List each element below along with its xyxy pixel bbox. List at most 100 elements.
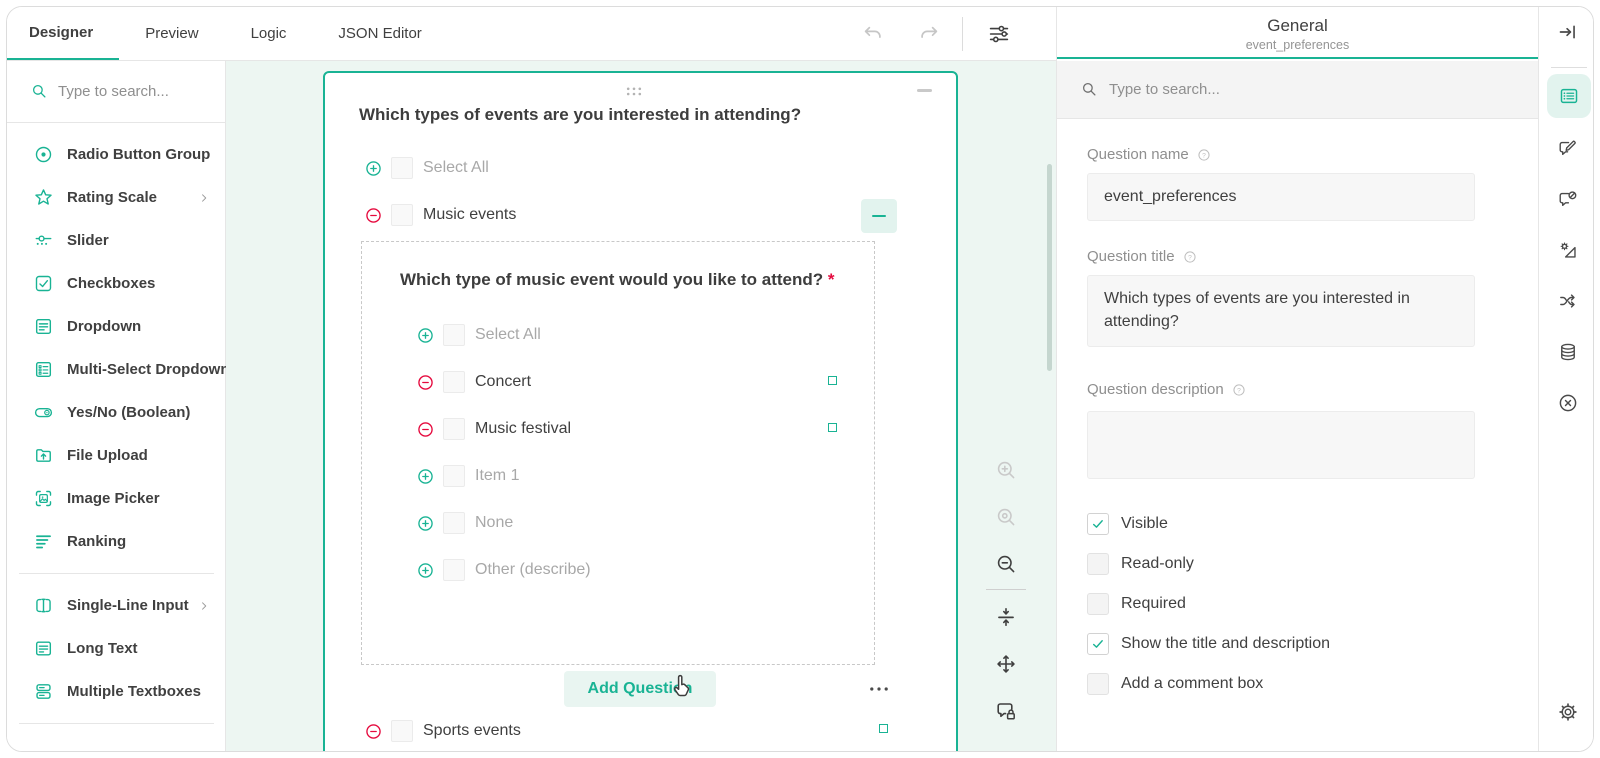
choice-row: Other (describe)	[416, 557, 591, 583]
choice-label[interactable]: Music festival	[475, 420, 571, 438]
toolbox-item-slider[interactable]: Slider	[7, 219, 225, 262]
toggle-show-title-description[interactable]: Show the title and description	[1087, 631, 1330, 657]
collapse-question-icon[interactable]	[917, 89, 932, 92]
drag-square-handle[interactable]	[879, 724, 888, 733]
tab-logic[interactable]: Logic	[225, 7, 313, 60]
choice-checkbox[interactable]	[443, 418, 465, 440]
add-item-icon[interactable]	[364, 159, 383, 178]
toggle-read-only[interactable]: Read-only	[1087, 551, 1194, 577]
question-title[interactable]: Which types of events are you interested…	[359, 105, 916, 125]
zoom-in-icon[interactable]	[994, 458, 1018, 482]
toggle-add-comment-box[interactable]: Add a comment box	[1087, 671, 1263, 697]
toolbox-item-rating-scale[interactable]: Rating Scale	[7, 176, 225, 219]
toolbox-search-input[interactable]	[58, 83, 198, 100]
toolbox-item-single-line-input[interactable]: Single-Line Input	[7, 584, 225, 627]
comment-edit-icon[interactable]	[1557, 137, 1579, 159]
zoom-reset-icon[interactable]	[994, 505, 1018, 529]
chat-lock-icon[interactable]	[994, 699, 1018, 723]
panel-search-input[interactable]	[1109, 81, 1409, 98]
question-name-input[interactable]	[1087, 173, 1475, 221]
more-actions-icon[interactable]	[867, 677, 891, 701]
nested-question-title[interactable]: Which type of music event would you like…	[400, 270, 848, 290]
choice-checkbox[interactable]	[443, 559, 465, 581]
add-item-icon[interactable]	[416, 467, 435, 486]
drag-handle-icon[interactable]	[625, 85, 643, 98]
toolbox-search[interactable]	[7, 61, 225, 123]
checkbox-unchecked-icon[interactable]	[1087, 673, 1109, 695]
chevron-right-icon[interactable]	[197, 191, 211, 205]
panel-search[interactable]	[1057, 61, 1538, 119]
choice-label[interactable]: None	[475, 514, 513, 532]
choice-label[interactable]: Item 1	[475, 467, 519, 485]
fit-page-icon[interactable]	[994, 605, 1018, 629]
choice-label[interactable]: Music events	[423, 206, 516, 224]
toolbox-item-multiple-textboxes[interactable]: Multiple Textboxes	[7, 670, 225, 713]
choice-label[interactable]: Select All	[423, 159, 489, 177]
question-description-input[interactable]	[1087, 411, 1475, 479]
move-icon[interactable]	[994, 652, 1018, 676]
remove-item-icon[interactable]	[364, 722, 383, 741]
checkbox-unchecked-icon[interactable]	[1087, 593, 1109, 615]
settings-gear-icon[interactable]	[1557, 701, 1579, 723]
toggle-required[interactable]: Required	[1087, 591, 1186, 617]
question-title-input[interactable]	[1087, 275, 1475, 347]
multiple-textboxes-icon	[33, 681, 54, 702]
logic-icon[interactable]	[1557, 290, 1579, 312]
checkbox-checked-icon[interactable]	[1087, 513, 1109, 535]
add-item-icon[interactable]	[416, 326, 435, 345]
choice-label[interactable]: Other (describe)	[475, 561, 591, 579]
drag-square-handle[interactable]	[828, 376, 837, 385]
chevron-right-icon[interactable]	[197, 599, 211, 613]
canvas-scrollbar[interactable]	[1047, 164, 1052, 371]
question-card[interactable]: Which types of events are you interested…	[323, 71, 958, 752]
toolbox-item-boolean[interactable]: Yes/No (Boolean)	[7, 391, 225, 434]
collapse-panel-icon[interactable]	[1557, 21, 1579, 43]
ranking-icon	[33, 531, 54, 552]
toolbox-item-multiselect-dropdown[interactable]: Multi-Select Dropdown	[7, 348, 225, 391]
drag-square-handle[interactable]	[828, 423, 837, 432]
remove-item-icon[interactable]	[416, 420, 435, 439]
choice-label[interactable]: Sports events	[423, 722, 521, 740]
undo-icon[interactable]	[861, 22, 885, 46]
tab-designer[interactable]: Designer	[7, 7, 119, 60]
help-icon[interactable]	[1182, 249, 1198, 265]
data-icon[interactable]	[1557, 341, 1579, 363]
validation-icon[interactable]	[1557, 392, 1579, 414]
choice-checkbox[interactable]	[443, 324, 465, 346]
toolbox-item-radio-button-group[interactable]: Radio Button Group	[7, 133, 225, 176]
choice-checkbox[interactable]	[443, 465, 465, 487]
add-item-icon[interactable]	[416, 561, 435, 580]
tab-general-icon[interactable]	[1547, 74, 1591, 118]
checkbox-checked-icon[interactable]	[1087, 633, 1109, 655]
choice-checkbox[interactable]	[443, 371, 465, 393]
tab-preview[interactable]: Preview	[119, 7, 224, 60]
choice-checkbox[interactable]	[391, 204, 413, 226]
choice-checkbox[interactable]	[391, 720, 413, 742]
zoom-out-icon[interactable]	[994, 552, 1018, 576]
remove-item-icon[interactable]	[416, 373, 435, 392]
toolbox-item-long-text[interactable]: Long Text	[7, 627, 225, 670]
help-icon[interactable]	[1231, 382, 1247, 398]
toolbox-item-image-picker[interactable]: Image Picker	[7, 477, 225, 520]
choice-label[interactable]: Select All	[475, 326, 541, 344]
theme-icon[interactable]	[1557, 239, 1579, 261]
toggle-visible[interactable]: Visible	[1087, 511, 1168, 537]
choice-checkbox[interactable]	[391, 157, 413, 179]
nested-question-card[interactable]: Which type of music event would you like…	[361, 241, 875, 665]
remove-item-icon[interactable]	[364, 206, 383, 225]
collapse-nested-question-button[interactable]	[861, 199, 897, 233]
choice-label[interactable]: Concert	[475, 373, 531, 391]
help-icon[interactable]	[1196, 147, 1212, 163]
settings-sliders-icon[interactable]	[987, 22, 1011, 46]
add-question-button[interactable]: Add Question	[564, 671, 716, 707]
choice-checkbox[interactable]	[443, 512, 465, 534]
toolbox-item-dropdown[interactable]: Dropdown	[7, 305, 225, 348]
toolbox-item-ranking[interactable]: Ranking	[7, 520, 225, 563]
checkbox-unchecked-icon[interactable]	[1087, 553, 1109, 575]
toolbox-item-checkboxes[interactable]: Checkboxes	[7, 262, 225, 305]
comment-discard-icon[interactable]	[1557, 188, 1579, 210]
redo-icon[interactable]	[917, 22, 941, 46]
add-item-icon[interactable]	[416, 514, 435, 533]
toolbox-item-file-upload[interactable]: File Upload	[7, 434, 225, 477]
tab-json-editor[interactable]: JSON Editor	[312, 7, 447, 60]
